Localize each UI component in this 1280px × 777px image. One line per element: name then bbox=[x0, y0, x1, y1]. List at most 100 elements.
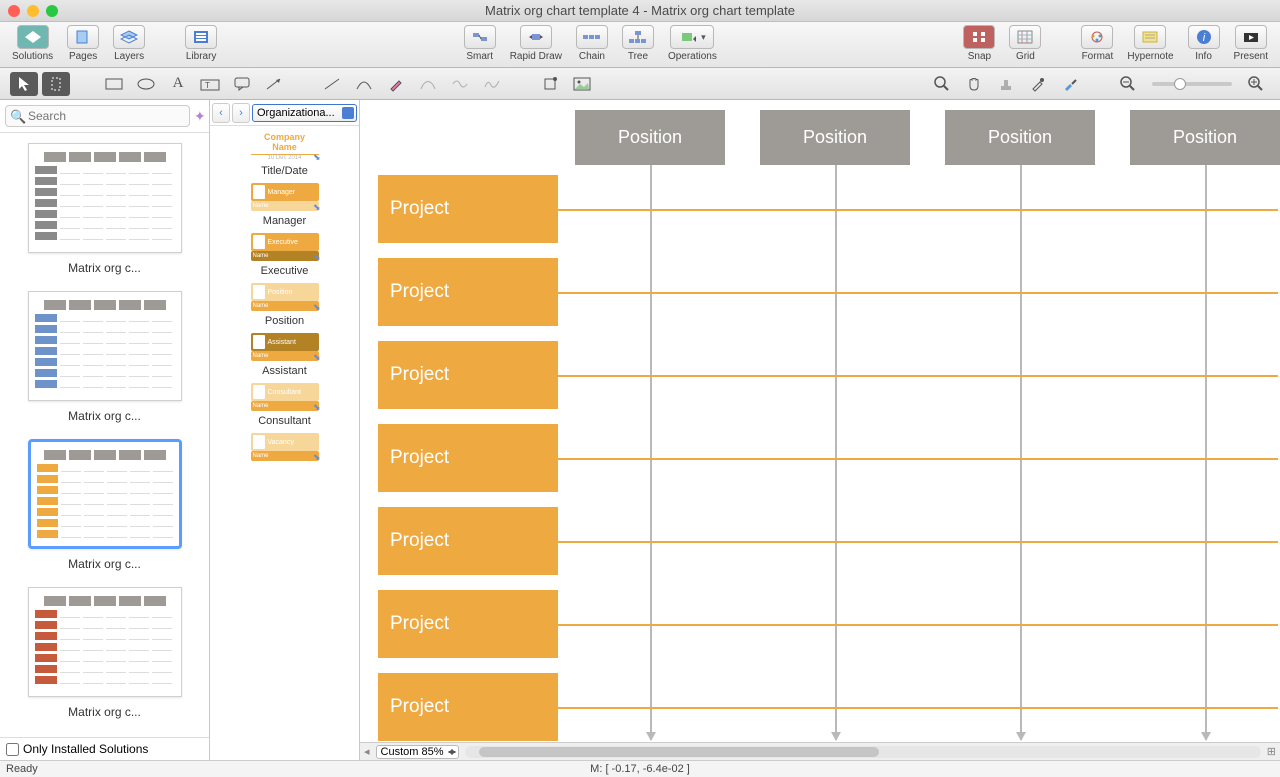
project-row[interactable]: Project bbox=[378, 424, 558, 492]
present-button[interactable]: Present bbox=[1228, 25, 1274, 62]
lib-item-executive[interactable]: ExecutiveName⬊Executive bbox=[214, 233, 355, 277]
horizontal-connector bbox=[558, 707, 1278, 709]
grid-button[interactable]: Grid bbox=[1003, 25, 1047, 62]
template-thumb[interactable] bbox=[28, 587, 182, 697]
tree-button[interactable]: Tree bbox=[616, 25, 660, 62]
favorites-icon[interactable]: ✦ bbox=[194, 108, 206, 125]
search-icon: 🔍 bbox=[10, 109, 26, 125]
horizontal-connector bbox=[558, 209, 1278, 211]
eyedropper-tool[interactable] bbox=[1024, 72, 1052, 96]
status-bar: Ready M: [ -0.17, -6.4e-02 ] bbox=[0, 760, 1280, 777]
lib-item-titledate[interactable]: Company Name10 Dec 2014⬊Title/Date bbox=[214, 132, 355, 177]
zoom-out[interactable] bbox=[1114, 72, 1142, 96]
shape-toolbar: A T bbox=[0, 68, 1280, 100]
crop-tool[interactable] bbox=[536, 72, 564, 96]
template-thumb[interactable] bbox=[28, 143, 182, 253]
horizontal-connector bbox=[558, 292, 1278, 294]
project-row[interactable]: Project bbox=[378, 175, 558, 243]
status-left: Ready bbox=[6, 763, 38, 775]
window-minimize[interactable] bbox=[27, 5, 39, 17]
zoom-tool[interactable] bbox=[928, 72, 956, 96]
status-coords: M: [ -0.17, -6.4e-02 ] bbox=[0, 763, 1280, 775]
zoom-slider[interactable] bbox=[1152, 82, 1232, 86]
position-header[interactable]: Position bbox=[760, 110, 910, 165]
brush-tool[interactable] bbox=[1056, 72, 1084, 96]
freehand-tool[interactable] bbox=[478, 72, 506, 96]
line-tool[interactable] bbox=[318, 72, 346, 96]
template-thumb[interactable] bbox=[28, 439, 182, 549]
only-installed-label: Only Installed Solutions bbox=[23, 742, 148, 756]
curve-tool[interactable] bbox=[350, 72, 378, 96]
smart-button[interactable]: Smart bbox=[458, 25, 502, 62]
chain-button[interactable]: Chain bbox=[570, 25, 614, 62]
vertical-connector bbox=[1020, 165, 1022, 740]
hypernote-button[interactable]: Hypernote bbox=[1121, 25, 1179, 62]
image-tool[interactable] bbox=[568, 72, 596, 96]
project-row[interactable]: Project bbox=[378, 341, 558, 409]
text-tool[interactable]: A bbox=[164, 72, 192, 96]
pages-button[interactable]: Pages bbox=[61, 25, 105, 62]
titlebar: Matrix org chart template 4 - Matrix org… bbox=[0, 0, 1280, 22]
hand-tool[interactable] bbox=[960, 72, 988, 96]
window-title: Matrix org chart template 4 - Matrix org… bbox=[0, 3, 1280, 18]
textbox-tool[interactable]: T bbox=[196, 72, 224, 96]
callout-tool[interactable] bbox=[228, 72, 256, 96]
lib-forward[interactable]: › bbox=[232, 103, 250, 123]
library-button[interactable]: Library bbox=[179, 25, 223, 62]
canvas[interactable]: Position Position Position Position Project P… bbox=[360, 100, 1280, 742]
lib-back[interactable]: ‹ bbox=[212, 103, 230, 123]
template-thumb-label: Matrix org c... bbox=[68, 557, 141, 571]
lib-item-manager[interactable]: ManagerName⬊Manager bbox=[214, 183, 355, 227]
lib-item-consultant[interactable]: ConsultantName⬊Consultant bbox=[214, 383, 355, 427]
text-cursor-tool[interactable] bbox=[42, 72, 70, 96]
spline-tool[interactable] bbox=[446, 72, 474, 96]
pointer-tool[interactable] bbox=[10, 72, 38, 96]
window-close[interactable] bbox=[8, 5, 20, 17]
rectangle-tool[interactable] bbox=[100, 72, 128, 96]
operations-button[interactable]: ▾ Operations bbox=[662, 25, 723, 62]
position-header[interactable]: Position bbox=[575, 110, 725, 165]
horizontal-connector bbox=[558, 541, 1278, 543]
templates-panel: 🔍 ✦ Matrix org c... Matrix org c... Matrix… bbox=[0, 100, 210, 760]
stamp-tool[interactable] bbox=[992, 72, 1020, 96]
solutions-button[interactable]: Solutions bbox=[6, 25, 59, 62]
layers-button[interactable]: Layers bbox=[107, 25, 151, 62]
library-panel: ‹ › Organizationa... Company Name10 Dec … bbox=[210, 100, 360, 760]
bezier-tool[interactable] bbox=[414, 72, 442, 96]
template-thumb-label: Matrix org c... bbox=[68, 705, 141, 719]
zoom-selector[interactable]: Custom 85% bbox=[376, 745, 459, 759]
svg-text:T: T bbox=[205, 81, 210, 90]
position-header[interactable]: Position bbox=[945, 110, 1095, 165]
zoom-in[interactable] bbox=[1242, 72, 1270, 96]
horizontal-connector bbox=[558, 375, 1278, 377]
template-thumb-label: Matrix org c... bbox=[68, 261, 141, 275]
main-toolbar: Solutions Pages Layers Library Smart Rap… bbox=[0, 22, 1280, 68]
project-row[interactable]: Project bbox=[378, 590, 558, 658]
format-button[interactable]: Format bbox=[1075, 25, 1119, 62]
template-thumb[interactable] bbox=[28, 291, 182, 401]
vertical-connector bbox=[835, 165, 837, 740]
position-header[interactable]: Position bbox=[1130, 110, 1280, 165]
template-thumb-label: Matrix org c... bbox=[68, 409, 141, 423]
horizontal-connector bbox=[558, 624, 1278, 626]
lib-item-assistant[interactable]: AssistantName⬊Assistant bbox=[214, 333, 355, 377]
vertical-connector bbox=[1205, 165, 1207, 740]
search-input[interactable] bbox=[5, 105, 190, 127]
pen-tool[interactable] bbox=[382, 72, 410, 96]
lib-item-position[interactable]: PositionName⬊Position bbox=[214, 283, 355, 327]
arrow-tool[interactable] bbox=[260, 72, 288, 96]
snap-button[interactable]: Snap bbox=[957, 25, 1001, 62]
rapid-draw-button[interactable]: Rapid Draw bbox=[504, 25, 568, 62]
library-selector[interactable]: Organizationa... bbox=[252, 104, 357, 122]
project-row[interactable]: Project bbox=[378, 507, 558, 575]
project-row[interactable]: Project bbox=[378, 673, 558, 741]
ellipse-tool[interactable] bbox=[132, 72, 160, 96]
canvas-area: Position Position Position Position Project P… bbox=[360, 100, 1280, 760]
project-row[interactable]: Project bbox=[378, 258, 558, 326]
horizontal-connector bbox=[558, 458, 1278, 460]
hscrollbar[interactable] bbox=[465, 746, 1261, 758]
window-zoom[interactable] bbox=[46, 5, 58, 17]
lib-item-vacancy[interactable]: VacancyName⬊ bbox=[214, 433, 355, 461]
only-installed-checkbox[interactable] bbox=[6, 743, 19, 756]
info-button[interactable]: i Info bbox=[1182, 25, 1226, 62]
